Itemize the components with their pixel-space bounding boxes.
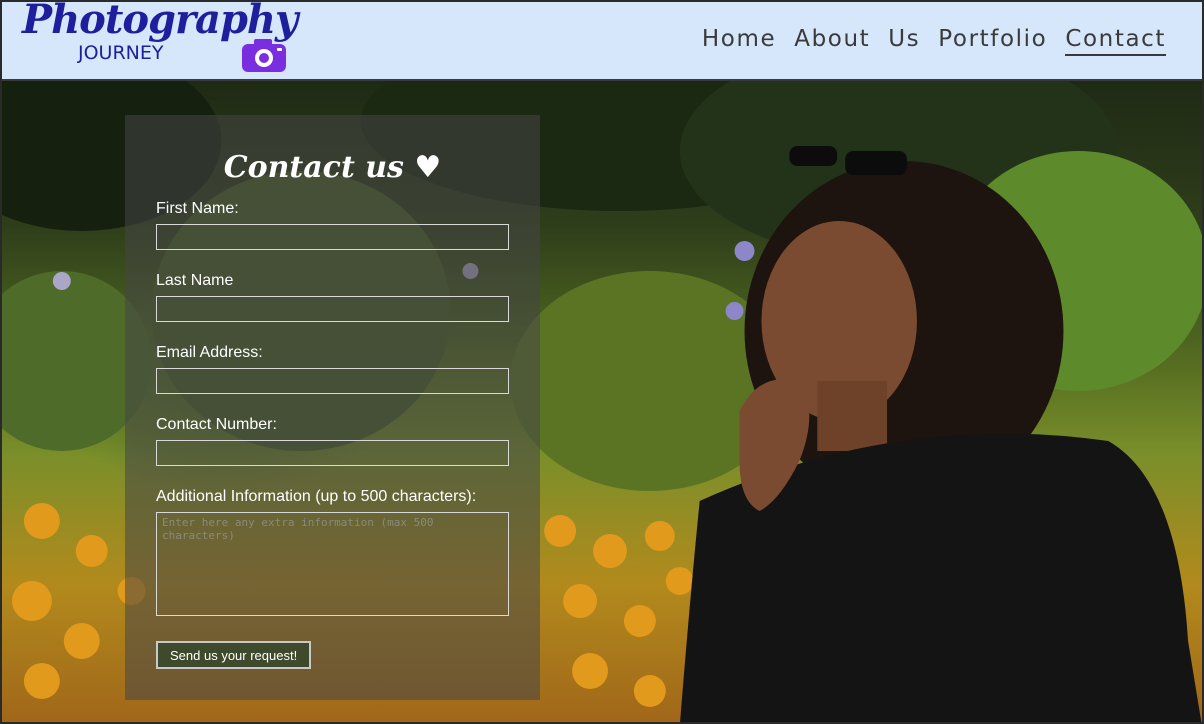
nav-home[interactable]: Home <box>702 26 776 56</box>
nav-portfolio[interactable]: Portfolio <box>938 26 1047 56</box>
contact-number-label: Contact Number: <box>156 416 277 433</box>
nav-contact[interactable]: Contact <box>1065 26 1166 56</box>
contact-form-panel: Contact us ♥ First Name: Last Name Email… <box>125 115 540 700</box>
site-logo[interactable]: Photography JOURNEY <box>20 2 320 78</box>
additional-info-textarea[interactable] <box>156 512 509 616</box>
site-header: Photography JOURNEY Home About Us Portfo… <box>2 2 1202 81</box>
email-label: Email Address: <box>156 344 263 361</box>
form-title: Contact us ♥ <box>223 150 442 185</box>
contact-number-input[interactable] <box>156 440 509 466</box>
main-nav: Home About Us Portfolio Contact <box>684 26 1166 56</box>
logo-subtitle: JOURNEY <box>78 42 164 64</box>
first-name-input[interactable] <box>156 224 509 250</box>
first-name-label: First Name: <box>156 200 239 217</box>
last-name-input[interactable] <box>156 296 509 322</box>
send-request-button[interactable]: Send us your request! <box>156 641 312 669</box>
nav-us[interactable]: Us <box>888 26 920 56</box>
email-input[interactable] <box>156 368 509 394</box>
camera-icon <box>242 39 286 72</box>
nav-about[interactable]: About <box>794 26 870 56</box>
page-frame: Photography JOURNEY Home About Us Portfo… <box>0 0 1204 724</box>
last-name-label: Last Name <box>156 272 234 289</box>
additional-info-label: Additional Information (up to 500 charac… <box>156 488 477 505</box>
